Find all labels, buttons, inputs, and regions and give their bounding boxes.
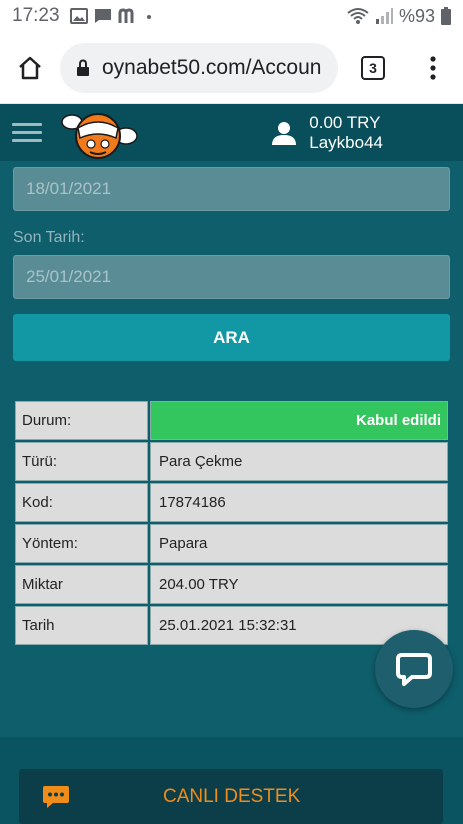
support-chat-icon: [41, 784, 71, 810]
table-row: Tarih 25.01.2021 15:32:31: [15, 606, 448, 645]
battery-percent: %93: [398, 5, 435, 26]
table-row: Yöntem: Papara: [15, 524, 448, 563]
browser-menu-button[interactable]: [408, 32, 458, 104]
home-button[interactable]: [0, 32, 60, 104]
type-label: Türü:: [15, 442, 148, 481]
balance-text: 0.00 TRY: [309, 112, 381, 132]
user-icon: [271, 120, 297, 146]
amount-value: 204.00 TRY: [150, 565, 448, 604]
live-support-button[interactable]: CANLI DESTEK: [19, 769, 443, 824]
battery-icon: [441, 7, 451, 25]
method-value: Papara: [150, 524, 448, 563]
site-header: 0.00 TRY Laykbo44: [0, 104, 463, 161]
lock-icon: [76, 58, 90, 77]
live-support-label: CANLI DESTEK: [163, 785, 301, 807]
user-info[interactable]: 0.00 TRY Laykbo44: [271, 113, 383, 153]
amount-label: Miktar: [15, 565, 148, 604]
table-row: Kod: 17874186: [15, 483, 448, 522]
code-value: 17874186: [150, 483, 448, 522]
m-app-icon: [118, 8, 134, 23]
type-value: Para Çekme: [150, 442, 448, 481]
chat-bubble-icon: [396, 653, 432, 686]
url-text: oynabet50.com/Accoun: [102, 55, 322, 79]
status-bar: 17:23 %93: [0, 0, 463, 32]
end-date-input[interactable]: 25/01/2021: [13, 255, 450, 299]
status-label: Durum:: [15, 401, 148, 440]
footer: CANLI DESTEK: [0, 737, 463, 824]
wifi-icon: [347, 8, 369, 24]
method-label: Yöntem:: [15, 524, 148, 563]
signal-icon: [375, 8, 393, 24]
table-row: Miktar 204.00 TRY: [15, 565, 448, 604]
site-logo[interactable]: [56, 106, 140, 160]
code-label: Kod:: [15, 483, 148, 522]
dot-icon: [146, 15, 151, 19]
status-badge: Kabul edildi: [150, 401, 448, 440]
end-date-label: Son Tarih:: [13, 229, 85, 246]
tabs-button[interactable]: 3: [338, 32, 408, 104]
search-button[interactable]: ARA: [13, 314, 450, 361]
chat-bubble-icon: [94, 9, 111, 23]
table-row: Türü: Para Çekme: [15, 442, 448, 481]
table-row: Durum: Kabul edildi: [15, 401, 448, 440]
home-icon: [19, 56, 41, 79]
tab-count: 3: [361, 55, 385, 80]
address-bar[interactable]: oynabet50.com/Accoun: [60, 42, 338, 93]
date-label: Tarih: [15, 606, 148, 645]
browser-toolbar: oynabet50.com/Accoun 3: [0, 32, 463, 104]
hamburger-menu-icon[interactable]: [12, 123, 42, 142]
transaction-details-table: Durum: Kabul edildi Türü: Para Çekme Kod…: [13, 399, 450, 647]
username-text: Laykbo44: [309, 132, 383, 152]
image-icon: [69, 8, 88, 24]
status-time: 17:23: [12, 5, 60, 26]
chat-fab-button[interactable]: [375, 630, 453, 708]
more-vert-icon: [430, 55, 436, 80]
start-date-input[interactable]: 18/01/2021: [13, 167, 450, 211]
